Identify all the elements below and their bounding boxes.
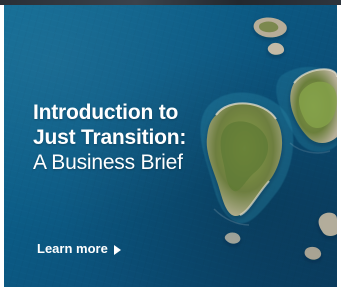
headline-line-3: A Business Brief bbox=[33, 151, 183, 174]
triangle-right-icon bbox=[113, 244, 121, 255]
headline-line-2: Just Transition: bbox=[33, 126, 187, 149]
learn-more-link[interactable]: Learn more bbox=[37, 241, 121, 257]
headline: Introduction to Just Transition: A Busin… bbox=[33, 100, 243, 175]
ad-banner[interactable]: Introduction to Just Transition: A Busin… bbox=[4, 5, 337, 287]
learn-more-label: Learn more bbox=[37, 241, 108, 256]
headline-line-1: Introduction to bbox=[33, 101, 179, 124]
